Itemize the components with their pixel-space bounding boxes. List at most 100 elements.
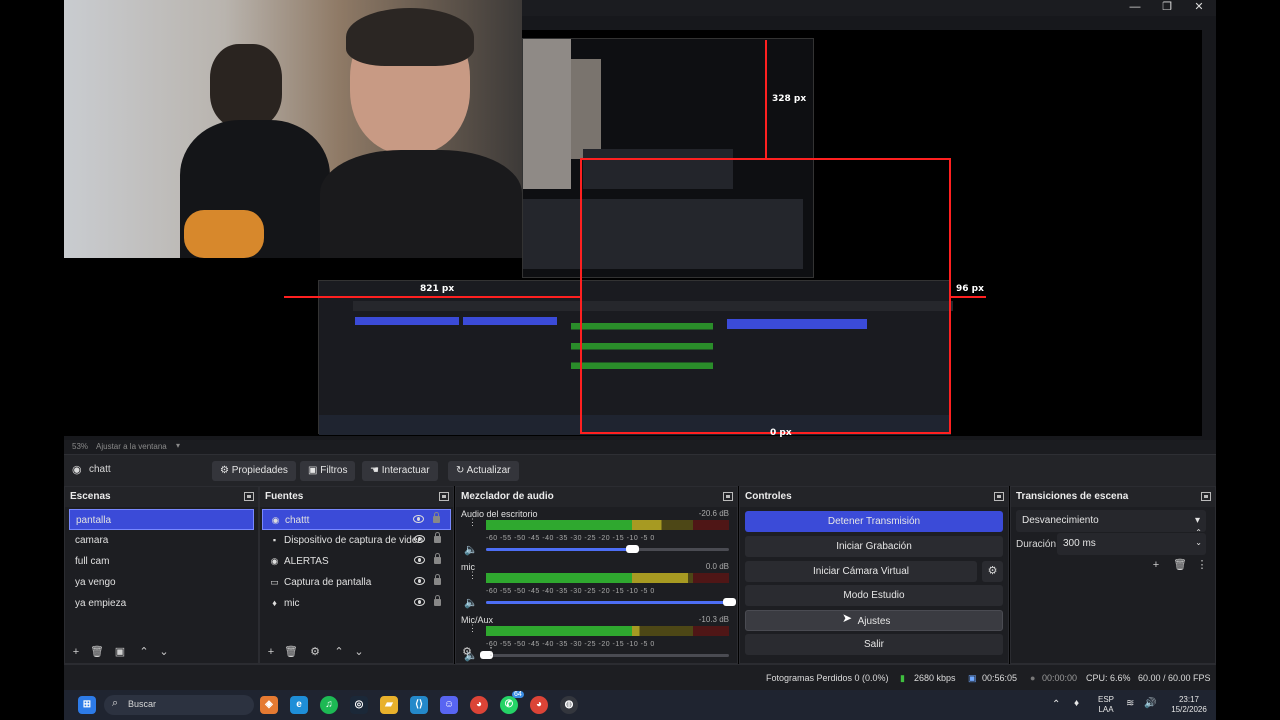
volume-icon[interactable]: 🔊	[1144, 699, 1156, 709]
eye-icon[interactable]	[414, 556, 425, 564]
properties-button[interactable]: ⚙ Propiedades	[212, 461, 296, 481]
taskbar-search[interactable]: ⌕ Buscar	[104, 695, 254, 715]
speaker-icon[interactable]: 🔈	[464, 543, 478, 556]
spotify-icon[interactable]: ♫	[320, 696, 338, 714]
menu-dots-icon[interactable]: ⋮	[468, 571, 477, 580]
channel-db: -10.3 dB	[698, 615, 729, 624]
dock-float-icon[interactable]	[723, 492, 733, 501]
dock-float-icon[interactable]	[244, 492, 254, 501]
chrome-icon[interactable]: ◕	[470, 696, 488, 714]
start-virtual-cam-button[interactable]: Iniciar Cámara Virtual	[745, 561, 977, 582]
guide-label-bottom: 0 px	[770, 428, 792, 438]
vscode-icon[interactable]: ⟨⟩	[410, 696, 428, 714]
transition-select[interactable]: Desvanecimiento ▾	[1016, 510, 1206, 532]
source-item[interactable]: ♦ mic	[262, 593, 451, 614]
lock-icon[interactable]	[433, 512, 440, 523]
chevron-up-icon[interactable]: ⌃	[1052, 700, 1060, 710]
preview-canvas[interactable]: 328 px 821 px 96 px 0 px	[64, 0, 1202, 438]
menu-dots-icon[interactable]: ⋮	[468, 518, 477, 527]
duration-input[interactable]: 300 ms ⌃ ⌄	[1057, 528, 1206, 555]
menu-dots-icon[interactable]: ⋮	[1195, 558, 1209, 572]
controls-dock: Controles Detener Transmisión Iniciar Gr…	[739, 486, 1009, 664]
lock-icon[interactable]	[434, 574, 441, 585]
microphone-icon[interactable]: ♦	[1074, 699, 1079, 709]
chevron-down-icon[interactable]: ⌄	[157, 645, 171, 659]
close-button[interactable]: ✕	[1184, 0, 1214, 16]
trash-icon[interactable]: 🗑	[90, 645, 104, 659]
file-explorer-icon[interactable]: ▰	[380, 696, 398, 714]
eye-icon[interactable]	[413, 515, 424, 523]
minimize-button[interactable]: —	[1120, 0, 1150, 16]
scene-item[interactable]: ya empieza	[69, 593, 254, 614]
gear-icon[interactable]: ⚙	[460, 645, 474, 659]
filters-label: Filtros	[320, 465, 348, 476]
slider-knob[interactable]	[625, 545, 639, 553]
menu-dots-icon[interactable]: ⋮	[484, 645, 498, 659]
dock-float-icon[interactable]	[1201, 492, 1211, 501]
copilot-icon[interactable]: ◈	[260, 696, 278, 714]
scene-item[interactable]: pantalla	[69, 509, 254, 530]
lock-icon[interactable]	[434, 595, 441, 606]
add-icon[interactable]: +	[69, 645, 83, 659]
interact-button[interactable]: ☚ Interactuar	[362, 461, 438, 481]
gear-icon[interactable]: ⚙	[308, 645, 322, 659]
meter-segment	[692, 520, 729, 530]
trash-icon[interactable]: 🗑	[1173, 558, 1187, 572]
studio-mode-button[interactable]: Modo Estudio	[745, 585, 1003, 606]
scene-item[interactable]: full cam	[69, 551, 254, 572]
clock[interactable]: 23:17 15/2/2026	[1164, 695, 1214, 715]
maximize-button[interactable]: ❐	[1152, 0, 1182, 16]
dock-float-icon[interactable]	[439, 492, 449, 501]
eye-icon[interactable]	[414, 535, 425, 543]
steam-icon[interactable]: ◎	[350, 696, 368, 714]
eye-icon[interactable]	[414, 598, 425, 606]
stop-stream-button[interactable]: Detener Transmisión	[745, 511, 1003, 532]
refresh-button[interactable]: ↻ Actualizar	[448, 461, 519, 481]
language-indicator[interactable]: ESP LAA	[1098, 695, 1114, 715]
zoom-dropdown-icon[interactable]: ▾	[176, 441, 180, 450]
source-item[interactable]: ◉ ALERTAS	[262, 551, 451, 572]
menu-dots-icon[interactable]: ⋮	[468, 624, 477, 633]
volume-slider[interactable]	[486, 545, 729, 553]
whatsapp-icon[interactable]: ✆	[500, 696, 518, 714]
chrome-icon[interactable]: ◕	[530, 696, 548, 714]
add-icon[interactable]: +	[264, 645, 278, 659]
chevron-up-icon[interactable]: ⌃	[332, 645, 346, 659]
wifi-icon[interactable]: ≋	[1126, 699, 1134, 709]
zoom-level[interactable]: 53%	[72, 442, 88, 451]
search-icon: ⌕	[112, 697, 119, 709]
settings-button[interactable]: Ajustes	[745, 610, 1003, 631]
controls-title-text: Controles	[745, 491, 792, 502]
filters-button[interactable]: ▣ Filtros	[300, 461, 356, 481]
scene-item[interactable]: ya vengo	[69, 572, 254, 593]
meter-segment	[486, 573, 632, 583]
source-item[interactable]: ◉ chattt	[262, 509, 451, 530]
scene-item[interactable]: camara	[69, 530, 254, 551]
scenes-toolbar: + 🗑 ▣ ⌃ ⌄	[65, 641, 258, 663]
chevron-down-icon[interactable]: ⌄	[352, 645, 366, 659]
source-item[interactable]: ▭ Captura de pantalla	[262, 572, 451, 593]
lock-icon[interactable]	[434, 553, 441, 564]
trash-icon[interactable]: 🗑	[284, 645, 298, 659]
gear-icon[interactable]: ⚙	[982, 561, 1003, 582]
zoom-option[interactable]: Ajustar a la ventana	[96, 442, 167, 451]
exit-button[interactable]: Salir	[745, 634, 1003, 655]
dropped-frames: Fotogramas Perdidos 0 (0.0%)	[766, 673, 889, 683]
volume-slider[interactable]	[486, 598, 736, 606]
add-icon[interactable]: +	[1149, 558, 1163, 572]
dock-float-icon[interactable]	[994, 492, 1004, 501]
eye-icon[interactable]	[414, 577, 425, 585]
spinner-icon[interactable]: ⌃ ⌄	[1195, 528, 1202, 548]
discord-icon[interactable]: ☺	[440, 696, 458, 714]
speaker-icon[interactable]: 🔈	[464, 596, 478, 609]
lock-icon[interactable]	[434, 532, 441, 543]
chevron-up-icon[interactable]: ⌃	[137, 645, 151, 659]
windows-start-icon[interactable]: ⊞	[78, 696, 96, 714]
source-item[interactable]: ▪ Dispositivo de captura de video	[262, 530, 451, 551]
guide-left	[284, 296, 582, 298]
filter-icon[interactable]: ▣	[113, 645, 127, 659]
start-recording-button[interactable]: Iniciar Grabación	[745, 536, 1003, 557]
obs-icon[interactable]: ◍	[560, 696, 578, 714]
edge-icon[interactable]: e	[290, 696, 308, 714]
slider-knob[interactable]	[723, 598, 736, 606]
